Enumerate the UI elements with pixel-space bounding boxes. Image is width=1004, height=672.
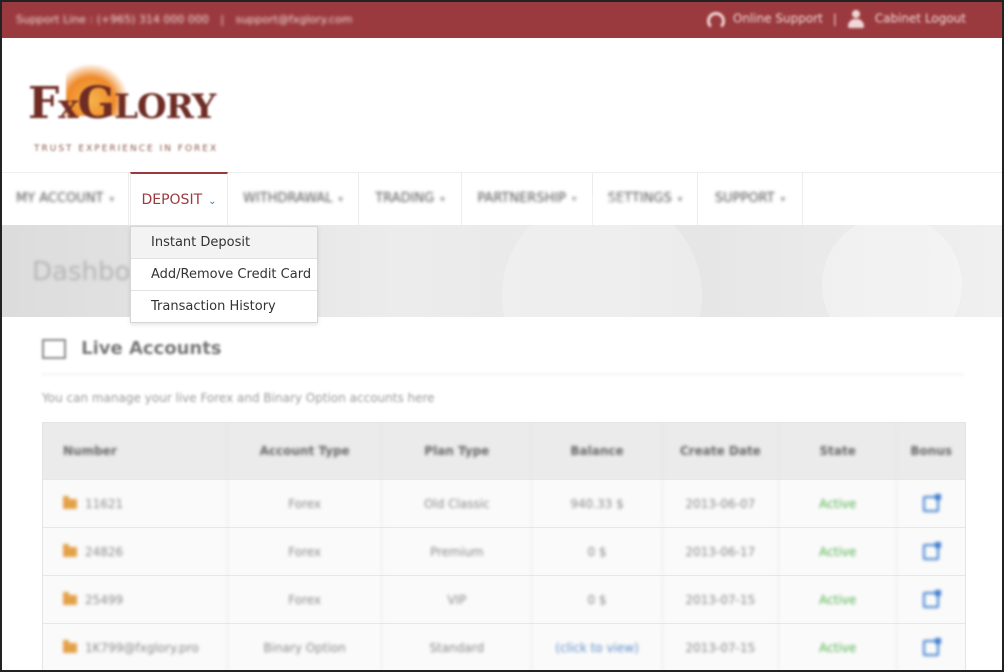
table-row: 11621 Forex Old Classic 940.33 $ 2013-06… — [43, 480, 965, 528]
folder-icon — [63, 591, 77, 605]
state-cell: Active — [779, 624, 898, 670]
deposit-dropdown-menu: Instant Deposit Add/Remove Credit Card T… — [130, 226, 318, 323]
chevron-down-icon: ⌄ — [208, 196, 217, 207]
state-cell: Active — [779, 528, 898, 575]
section-title: Live Accounts — [81, 338, 222, 359]
column-header: Account Type — [228, 423, 383, 479]
create-date-cell: 2013-06-07 — [663, 480, 780, 527]
menu-item-transaction-history[interactable]: Transaction History — [131, 291, 317, 322]
section-description: You can manage your live Forex and Binar… — [42, 391, 435, 405]
nav-support[interactable]: SUPPORT ▾ — [698, 173, 803, 225]
state-cell: Active — [779, 576, 898, 623]
column-header: Balance — [532, 423, 663, 479]
main-nav: MY ACCOUNT ▾ DEPOSIT ⌄ WITHDRAWAL ▾ TRADING… — [2, 172, 1002, 226]
balance-view-link[interactable]: (click to view) — [532, 624, 663, 670]
external-link-icon[interactable] — [923, 589, 942, 608]
account-type-cell: Forex — [228, 576, 383, 623]
nav-trading[interactable]: TRADING ▾ — [359, 173, 462, 225]
contact-info: Support Line : (+965) 314 000 000 | supp… — [16, 13, 352, 26]
support-line-text: Support Line : (+965) 314 000 000 — [16, 13, 209, 26]
account-number-cell[interactable]: 11621 — [43, 480, 229, 527]
live-accounts-table: Number Account Type Plan Type Balance Cr… — [42, 422, 966, 670]
bonus-cell[interactable] — [897, 480, 965, 527]
table-row: 1K799@fxglory.pro Binary Option Standard… — [43, 624, 965, 670]
banner-decoration — [822, 215, 962, 355]
account-type-cell: Forex — [228, 480, 383, 527]
table-row: 24826 Forex Premium 0 $ 2013-06-17 Activ… — [43, 528, 965, 576]
menu-item-instant-deposit[interactable]: Instant Deposit — [131, 227, 317, 259]
column-header: Bonus — [910, 444, 952, 458]
divider: | — [832, 12, 837, 26]
account-number-cell[interactable]: 1K799@fxglory.pro — [43, 624, 229, 670]
support-email-link[interactable]: support@fxglory.com — [236, 13, 353, 26]
top-actions: Online Support | Cabinet Logout — [705, 10, 966, 30]
chevron-down-icon: ▾ — [780, 195, 786, 205]
chart-icon — [42, 338, 66, 359]
state-cell: Active — [779, 480, 898, 527]
plan-type-cell: Old Classic — [382, 480, 533, 527]
account-number-cell[interactable]: 25499 — [43, 576, 229, 623]
create-date-cell: 2013-06-17 — [663, 528, 780, 575]
balance-cell: 940.33 $ — [532, 480, 663, 527]
menu-item-add-remove-credit-card[interactable]: Add/Remove Credit Card — [131, 259, 317, 291]
bonus-cell[interactable] — [897, 576, 965, 623]
browser-frame: Support Line : (+965) 314 000 000 | supp… — [0, 0, 1004, 672]
nav-deposit[interactable]: DEPOSIT ⌄ — [130, 172, 228, 226]
fxglory-logo[interactable]: FxGLORY TRUST EXPERIENCE IN FOREX — [28, 58, 268, 162]
balance-cell: 0 $ — [532, 576, 663, 623]
logo-tagline: TRUST EXPERIENCE IN FOREX — [34, 144, 219, 154]
external-link-icon[interactable] — [923, 541, 942, 560]
account-type-cell: Forex — [228, 528, 383, 575]
online-support-link[interactable]: Online Support — [705, 10, 823, 30]
logout-link[interactable]: Cabinet Logout — [847, 10, 966, 28]
table-header-row: Number Account Type Plan Type Balance Cr… — [43, 423, 965, 480]
column-header: Create Date — [663, 423, 780, 479]
plan-type-cell: Premium — [382, 528, 533, 575]
nav-withdrawal[interactable]: WITHDRAWAL ▾ — [228, 173, 359, 225]
top-bar: Support Line : (+965) 314 000 000 | supp… — [2, 2, 1002, 38]
logo-wordmark: FxGLORY — [28, 78, 216, 129]
divider: | — [220, 13, 225, 26]
chevron-down-icon: ▾ — [677, 195, 683, 205]
balance-cell: 0 $ — [532, 528, 663, 575]
chevron-down-icon: ▾ — [338, 195, 343, 205]
chevron-down-icon: ▾ — [109, 195, 115, 205]
external-link-icon[interactable] — [923, 637, 942, 656]
nav-my-account[interactable]: MY ACCOUNT ▾ — [2, 173, 129, 225]
column-header: Plan Type — [382, 423, 533, 479]
plan-type-cell: Standard — [382, 624, 533, 670]
account-type-cell: Binary Option — [228, 624, 383, 670]
online-support-label: Online Support — [732, 11, 823, 26]
account-number-cell[interactable]: 24826 — [43, 528, 229, 575]
user-icon — [847, 10, 865, 28]
create-date-cell: 2013-07-15 — [663, 576, 780, 623]
plan-type-cell: VIP — [382, 576, 533, 623]
create-date-cell: 2013-07-15 — [663, 624, 780, 670]
table-row: 25499 Forex VIP 0 $ 2013-07-15 Active — [43, 576, 965, 624]
external-link-icon[interactable] — [923, 493, 942, 512]
folder-icon — [63, 495, 77, 509]
column-header: Number — [43, 423, 229, 479]
logout-label: Cabinet Logout — [874, 11, 966, 26]
column-header: State — [779, 423, 898, 479]
section-header: Live Accounts — [42, 338, 964, 375]
headset-icon — [705, 10, 726, 30]
live-accounts-section: Live Accounts You can manage your live F… — [42, 338, 964, 405]
bonus-cell[interactable] — [897, 624, 965, 670]
chevron-down-icon: ▾ — [440, 195, 445, 205]
folder-icon — [63, 639, 77, 653]
bonus-cell[interactable] — [897, 528, 965, 575]
folder-icon — [63, 543, 77, 557]
